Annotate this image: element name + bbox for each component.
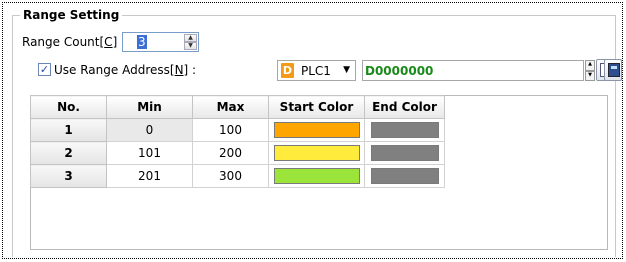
col-header-min[interactable]: Min [106, 95, 193, 119]
row-number[interactable]: 3 [30, 164, 107, 188]
end-color-swatch[interactable] [370, 145, 439, 161]
row-number[interactable]: 2 [30, 141, 107, 165]
min-cell[interactable]: 201 [106, 164, 193, 188]
address-up-icon[interactable]: ▲ [585, 60, 595, 71]
col-header-no[interactable]: No. [30, 95, 107, 119]
checkmark-icon: ✓ [39, 63, 50, 76]
device-icon: D [281, 63, 294, 78]
max-cell[interactable]: 200 [192, 141, 269, 165]
start-color-cell[interactable] [268, 141, 365, 165]
end-color-cell[interactable] [364, 141, 445, 165]
table-row[interactable]: 1 0 100 [30, 118, 445, 142]
start-color-swatch[interactable] [273, 122, 360, 138]
end-color-cell[interactable] [364, 118, 445, 142]
start-color-swatch[interactable] [273, 168, 360, 184]
col-header-end-color[interactable]: End Color [364, 95, 445, 119]
address-spinner[interactable]: ▲ ▼ [585, 60, 595, 81]
table-row[interactable]: 3 201 300 [30, 164, 445, 188]
table-row[interactable]: 2 101 200 [30, 141, 445, 165]
row-number[interactable]: 1 [30, 118, 107, 142]
device-select-value: PLC1 [301, 64, 331, 78]
end-color-cell[interactable] [364, 164, 445, 188]
min-cell[interactable]: 101 [106, 141, 193, 165]
range-count-spin-buttons[interactable]: ▲ ▼ [184, 34, 197, 50]
end-color-swatch[interactable] [370, 168, 439, 184]
min-cell[interactable]: 0 [106, 118, 193, 142]
range-count-stepper[interactable]: 3 ▲ ▼ [122, 32, 199, 52]
range-table: No. Min Max Start Color End Color 1 0 10… [30, 95, 445, 188]
max-cell[interactable]: 100 [192, 118, 269, 142]
col-header-start-color[interactable]: Start Color [268, 95, 365, 119]
use-range-address-label[interactable]: Use Range Address[N] : [54, 63, 196, 77]
spin-up-icon[interactable]: ▲ [184, 34, 197, 42]
col-header-max[interactable]: Max [192, 95, 269, 119]
keypad-icon [608, 63, 620, 77]
table-header-row: No. Min Max Start Color End Color [30, 95, 445, 119]
address-down-icon[interactable]: ▼ [585, 70, 595, 81]
device-select[interactable]: D PLC1 ▼ [277, 60, 356, 81]
start-color-cell[interactable] [268, 118, 365, 142]
address-value: D0000000 [365, 64, 434, 78]
use-range-address-checkbox[interactable]: ✓ [38, 63, 51, 76]
max-cell[interactable]: 300 [192, 164, 269, 188]
start-color-cell[interactable] [268, 164, 365, 188]
address-input[interactable]: D0000000 [362, 60, 584, 81]
group-title: Range Setting [20, 8, 123, 22]
chevron-down-icon[interactable]: ▼ [343, 65, 350, 75]
end-color-swatch[interactable] [370, 122, 439, 138]
spin-down-icon[interactable]: ▼ [184, 42, 197, 50]
range-count-value[interactable]: 3 [137, 35, 147, 49]
range-count-label: Range Count[C] : [22, 35, 126, 49]
start-color-swatch[interactable] [273, 145, 360, 161]
address-keypad-button[interactable] [604, 59, 622, 81]
